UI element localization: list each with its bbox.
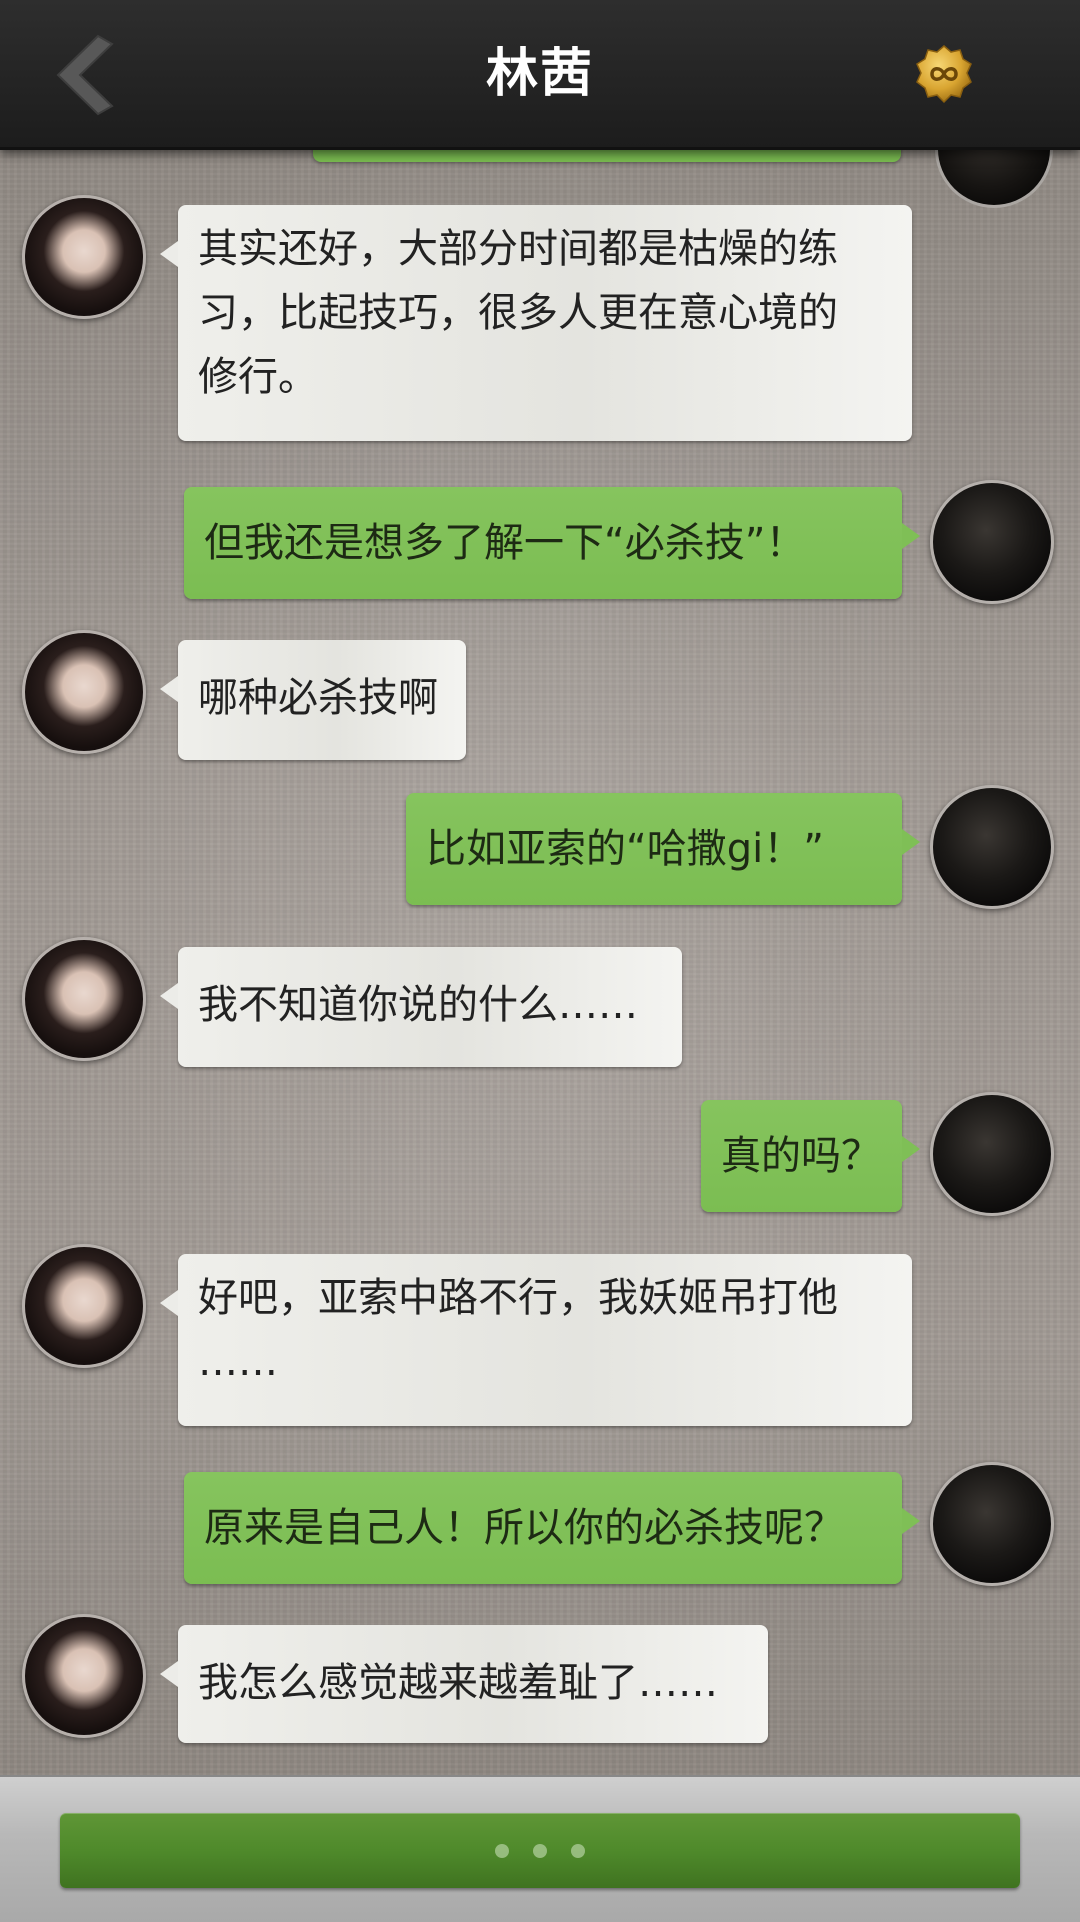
infinity-badge[interactable] (914, 44, 974, 104)
user-avatar[interactable] (930, 1462, 1054, 1586)
user-avatar (935, 150, 1053, 208)
message-bubble-outgoing: 比如亚索的“哈撒gi！” (406, 793, 920, 905)
message-bubble-outgoing: 原来是自己人！所以你的必杀技呢？ (184, 1472, 920, 1584)
typing-dot (571, 1844, 585, 1858)
bottom-bar (0, 1775, 1080, 1922)
message-bubble-outgoing: 真的吗？ (701, 1100, 920, 1212)
user-avatar[interactable] (930, 785, 1054, 909)
contact-avatar[interactable] (22, 1614, 146, 1738)
message-bubble-incoming: 好吧，亚索中路不行，我妖姬吊打他 …… (160, 1254, 912, 1426)
user-avatar[interactable] (930, 480, 1054, 604)
contact-avatar[interactable] (22, 630, 146, 754)
user-avatar[interactable] (930, 1092, 1054, 1216)
contact-avatar[interactable] (22, 1244, 146, 1368)
message-bubble-incoming: 其实还好，大部分时间都是枯燥的练 习，比起技巧，很多人更在意心境的 修行。 (160, 205, 912, 441)
contact-avatar[interactable] (22, 937, 146, 1061)
message-bubble-incoming: 我不知道你说的什么…… (160, 947, 682, 1067)
message-bubble-incoming: 我怎么感觉越来越羞耻了…… (160, 1625, 768, 1743)
message-bubble-outgoing: 但我还是想多了解一下“必杀技”！ (184, 487, 920, 599)
reply-choice-button[interactable] (60, 1813, 1020, 1888)
infinity-icon (916, 45, 972, 104)
header: 林茜 (0, 0, 1080, 150)
contact-avatar[interactable] (22, 195, 146, 319)
typing-dot (495, 1844, 509, 1858)
chat-area[interactable]: 其实还好，大部分时间都是枯燥的练 习，比起技巧，很多人更在意心境的 修行。 但我… (0, 150, 1080, 1775)
message-bubble-incoming: 哪种必杀技啊 (160, 640, 466, 760)
typing-dot (533, 1844, 547, 1858)
previous-message-bubble (313, 150, 901, 162)
